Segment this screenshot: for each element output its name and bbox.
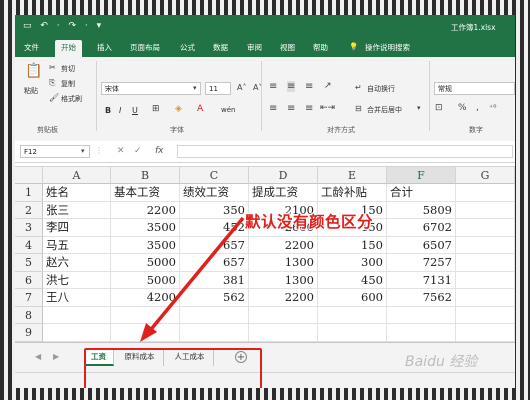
annotation-arrow (140, 216, 245, 342)
annotation-text: 默认没有颜色区分 (245, 213, 374, 231)
excel-window: ▭ ↶ · ↷ · ▾ 工作簿1.xlsx 文件 开始 插入 页面布局 公式 数… (15, 15, 515, 388)
